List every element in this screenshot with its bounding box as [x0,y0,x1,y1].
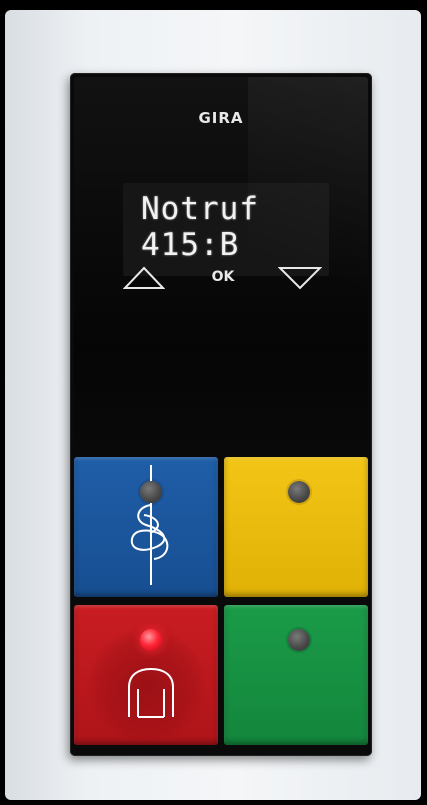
display-line-1: Notruf [141,191,259,227]
person-icon [128,667,174,718]
display-line-2: 415:B [141,227,240,263]
green-key[interactable] [224,605,368,745]
down-arrow-icon[interactable] [278,263,322,293]
caduceus-icon [130,465,169,585]
up-arrow-icon[interactable] [123,263,165,293]
red-key[interactable] [74,605,218,745]
brand-logo: GIRA [198,109,244,127]
ok-button[interactable]: OK [198,265,248,289]
call-terminal: GIRA Notruf 415:B OK [70,73,372,756]
yellow-key[interactable] [224,457,368,597]
led-indicator [288,629,310,651]
led-indicator [288,481,310,503]
blue-key[interactable] [74,457,218,597]
